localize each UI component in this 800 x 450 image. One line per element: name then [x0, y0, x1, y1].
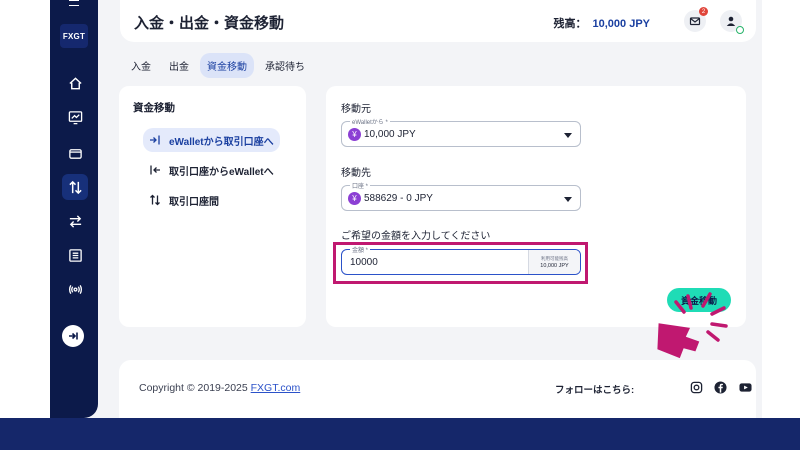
from-select[interactable]: eWalletから * ¥ 10,000 JPY	[341, 117, 581, 147]
pointer-hand-icon	[657, 292, 728, 359]
tab-pending[interactable]: 承認待ち	[258, 53, 312, 78]
balance-display: 残高： 10,000 JPY	[554, 15, 651, 31]
option-label: 取引口座間	[169, 196, 219, 208]
transfer-type-title: 資金移動	[133, 102, 175, 114]
sidebar: FXGT	[50, 0, 98, 418]
verified-check-icon	[736, 26, 744, 34]
copyright-prefix: Copyright © 2019-2025	[139, 382, 251, 394]
page-title: 入金・出金・資金移動	[134, 15, 285, 32]
yen-icon: ¥	[348, 128, 361, 141]
fxgt-logo[interactable]: FXGT	[60, 24, 88, 48]
from-value: 10,000 JPY	[364, 129, 416, 140]
amount-float-label: 金額 *	[350, 245, 371, 254]
option-ewallet-to-account[interactable]: eWalletから取引口座へ	[143, 128, 280, 152]
user-icon	[726, 16, 736, 26]
tab-deposit[interactable]: 入金	[124, 53, 158, 78]
from-float-label: eWalletから *	[350, 117, 390, 126]
bottom-band	[0, 418, 800, 450]
balance-value: 10,000 JPY	[592, 18, 651, 30]
follow-label: フォローはこちら:	[555, 385, 635, 396]
facebook-icon[interactable]	[713, 380, 727, 394]
transfer-arrows-icon[interactable]	[62, 174, 88, 200]
option-account-to-ewallet[interactable]: 取引口座からeWalletへ	[143, 158, 280, 182]
broadcast-icon[interactable]	[62, 276, 88, 302]
to-float-label: 口座 *	[350, 181, 371, 190]
amount-value: 10000	[350, 257, 378, 268]
mail-icon	[689, 17, 701, 26]
page-header: 入金・出金・資金移動 残高： 10,000 JPY 2	[120, 0, 756, 42]
amount-input[interactable]: 金額 * 10000 利用可能残高 10,000 JPY	[341, 245, 581, 275]
tab-withdraw[interactable]: 出金	[162, 53, 196, 78]
swap-arrows-icon	[150, 194, 160, 206]
chevron-down-icon	[564, 197, 572, 202]
wallet-icon[interactable]	[62, 140, 88, 166]
user-menu-button[interactable]	[720, 10, 744, 34]
home-icon[interactable]	[62, 70, 88, 96]
copyright-text: Copyright © 2019-2025 FXGT.com	[139, 382, 300, 394]
notification-badge: 2	[699, 7, 708, 16]
app-window: FXGT 入金・出金・資金移動 残高： 10,000 JPY 2 入金 出金 資…	[50, 0, 762, 418]
yen-icon: ¥	[348, 192, 361, 205]
available-balance-value: 10,000 JPY	[540, 262, 569, 269]
fxgt-link[interactable]: FXGT.com	[251, 382, 301, 394]
list-document-icon[interactable]	[62, 242, 88, 268]
collapse-sidebar-icon[interactable]	[62, 325, 84, 347]
tab-transfer[interactable]: 資金移動	[200, 53, 254, 78]
option-label: 取引口座からeWalletへ	[169, 166, 274, 178]
arrow-in-icon	[150, 135, 160, 145]
arrow-out-icon	[150, 165, 160, 175]
transfer-type-card: 資金移動 eWalletから取引口座へ 取引口座からeWalletへ 取引口座間	[119, 86, 306, 327]
to-select[interactable]: 口座 * ¥ 588629 - 0 JPY	[341, 181, 581, 211]
tab-bar: 入金 出金 資金移動 承認待ち	[124, 53, 312, 78]
exchange-icon[interactable]	[62, 208, 88, 234]
from-label: 移動元	[341, 104, 371, 115]
available-balance-label: 利用可能残高	[541, 255, 568, 261]
instagram-icon[interactable]	[689, 380, 703, 394]
to-value: 588629 - 0 JPY	[364, 193, 433, 204]
option-label: eWalletから取引口座へ	[169, 136, 274, 148]
option-account-to-account[interactable]: 取引口座間	[143, 188, 225, 212]
available-balance: 利用可能残高 10,000 JPY	[528, 250, 580, 274]
to-label: 移動先	[341, 168, 371, 179]
chart-icon[interactable]	[62, 104, 88, 130]
youtube-icon[interactable]	[738, 380, 752, 394]
notification-button[interactable]: 2	[684, 7, 708, 32]
amount-label: ご希望の金額を入力してください	[341, 231, 491, 242]
chevron-down-icon	[564, 133, 572, 138]
hamburger-menu-icon[interactable]	[69, 0, 79, 6]
page-footer: Copyright © 2019-2025 FXGT.com フォローはこちら:	[119, 360, 756, 418]
balance-label: 残高：	[553, 18, 587, 30]
